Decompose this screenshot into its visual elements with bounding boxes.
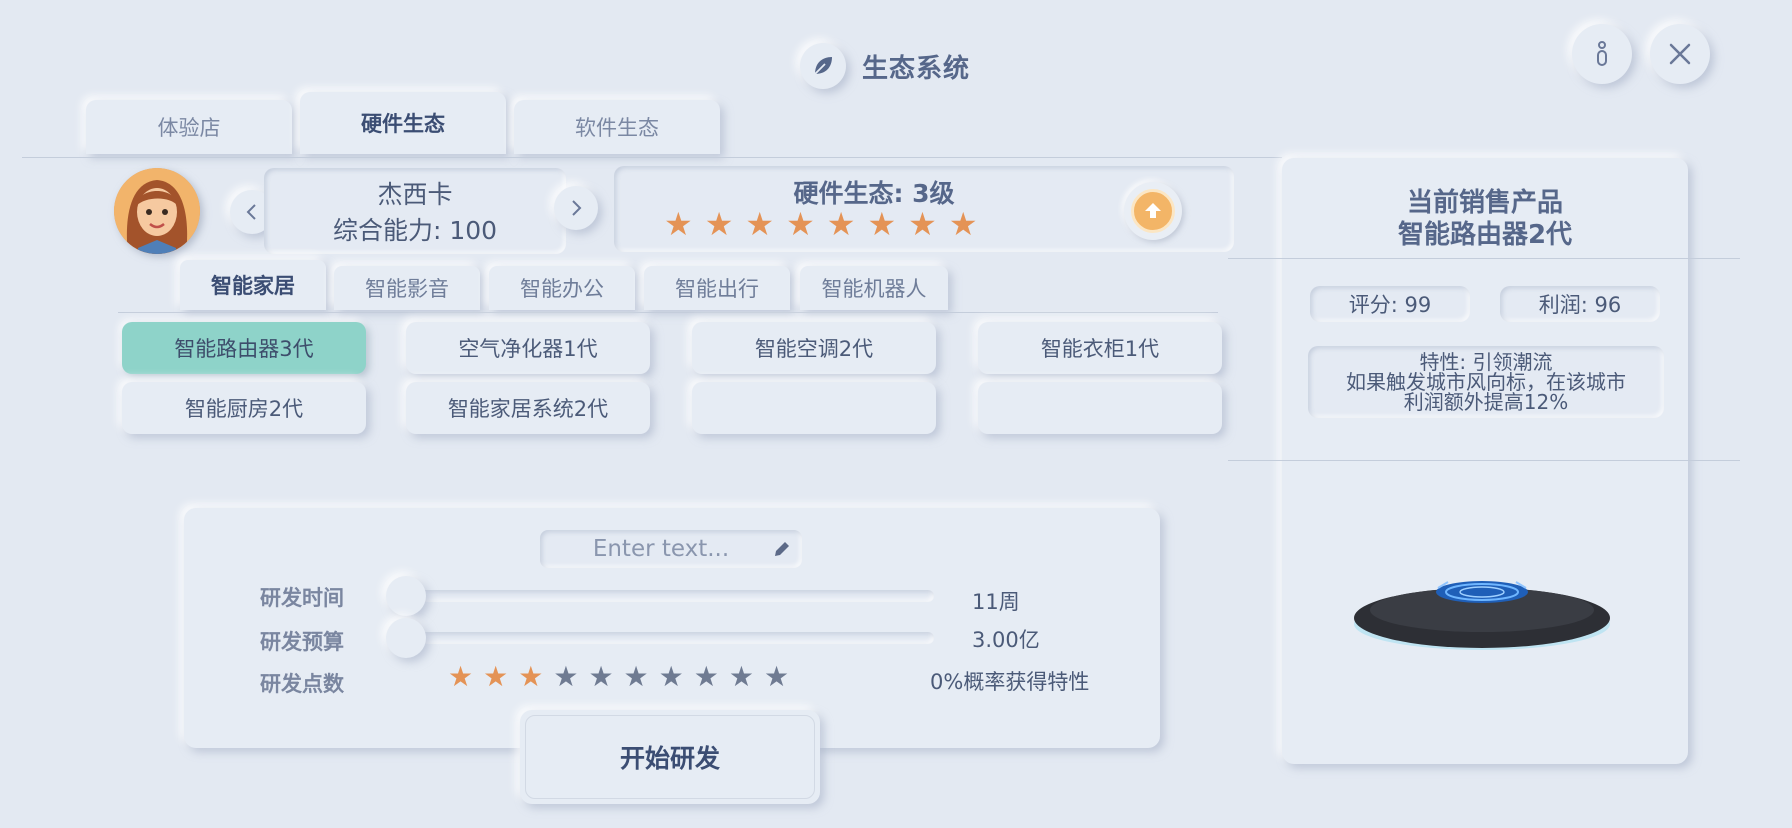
input-placeholder: Enter text... (592, 536, 730, 562)
info-icon (1597, 41, 1607, 66)
product-cell[interactable]: 智能路由器3代 (122, 322, 366, 374)
star-filled-icon: ★ (664, 205, 693, 243)
star-filled-icon: ★ (867, 205, 897, 243)
character-name: 杰西卡 (377, 180, 453, 209)
product-cell-empty[interactable] (692, 382, 936, 434)
subtab-label: 智能影音 (365, 277, 449, 301)
product-label: 智能空调2代 (754, 337, 874, 361)
subtab-label: 智能家居 (211, 274, 295, 298)
star-filled-icon: ★ (745, 205, 775, 243)
star-empty-icon: ★ (693, 660, 719, 693)
star-filled-icon: ★ (826, 205, 856, 243)
profit-badge: 利润: 96 (1500, 286, 1660, 322)
product-cell[interactable]: 智能厨房2代 (122, 382, 366, 434)
divider (1228, 460, 1740, 461)
product-label: 空气净化器1代 (458, 337, 598, 361)
tab-software-ecosystem[interactable]: 软件生态 (514, 100, 720, 154)
star-empty-icon: ★ (763, 660, 790, 693)
current-product-panel: 当前销售产品 智能路由器2代 评分: 99 利润: 96 特性: 引领潮流 如果… (1282, 158, 1688, 764)
subtab-smart-robot[interactable]: 智能机器人 (800, 266, 948, 310)
tab-label: 体验店 (157, 116, 221, 140)
upgrade-arrow-icon (1131, 189, 1175, 233)
product-cell[interactable]: 智能衣柜1代 (978, 322, 1222, 374)
star-filled-icon: ★ (448, 660, 474, 693)
research-budget-label: 研发预算 (260, 630, 344, 654)
level-stars: ★ ★ ★ ★ ★ ★ ★ ★ (664, 208, 978, 240)
research-point-stars[interactable]: ★ ★ ★ ★ ★ ★ ★ ★ ★ ★ (448, 663, 789, 691)
research-time-label: 研发时间 (260, 586, 344, 610)
product-label: 智能衣柜1代 (1040, 337, 1160, 361)
star-filled-icon: ★ (786, 205, 815, 243)
tab-label: 软件生态 (575, 116, 659, 140)
subtab-smart-travel[interactable]: 智能出行 (644, 266, 790, 310)
star-filled-icon: ★ (704, 205, 734, 243)
star-filled-icon: ★ (483, 660, 509, 693)
divider (1228, 258, 1740, 259)
subtab-smart-home[interactable]: 智能家居 (180, 260, 326, 310)
research-points-label: 研发点数 (260, 672, 344, 696)
close-icon (1669, 43, 1691, 65)
star-filled-icon: ★ (518, 660, 544, 693)
star-empty-icon: ★ (728, 660, 754, 693)
subtab-smart-av[interactable]: 智能影音 (334, 266, 480, 310)
avatar (114, 168, 200, 254)
header-title-group: 生态系统 (800, 42, 970, 90)
star-empty-icon: ★ (658, 660, 684, 693)
research-budget-slider[interactable] (404, 632, 934, 644)
pencil-icon (775, 542, 789, 556)
product-label: 智能家居系统2代 (447, 397, 609, 421)
trait-chance-text: 0%概率获得特性 (930, 670, 1090, 694)
tab-label: 硬件生态 (361, 112, 445, 136)
score-badge: 评分: 99 (1310, 286, 1470, 322)
research-budget-slider-handle[interactable] (386, 618, 426, 658)
star-empty-icon: ★ (553, 660, 579, 693)
star-empty-icon: ★ (588, 660, 614, 693)
product-name-input[interactable]: Enter text... (540, 530, 802, 568)
info-button[interactable] (1572, 24, 1632, 84)
ecosystem-level-panel: 硬件生态: 3级 ★ ★ ★ ★ ★ ★ ★ ★ (614, 166, 1234, 252)
research-time-slider[interactable] (404, 590, 934, 602)
subtab-label: 智能出行 (675, 277, 759, 301)
subtab-label: 智能办公 (520, 277, 604, 301)
divider (22, 157, 1282, 158)
chevron-left-icon (246, 204, 256, 220)
product-label: 智能路由器3代 (174, 337, 314, 361)
trait-desc: 利润额外提高12% (1403, 390, 1569, 414)
close-button[interactable] (1650, 24, 1710, 84)
research-budget-value: 3.00亿 (972, 628, 1040, 652)
star-empty-icon: ★ (623, 660, 649, 693)
research-time-slider-handle[interactable] (386, 576, 426, 616)
trait-desc: 如果触发城市风向标，在该城市 (1346, 370, 1626, 394)
product-label: 智能厨房2代 (184, 397, 304, 421)
page-title: 生态系统 (862, 53, 971, 84)
subtab-smart-office[interactable]: 智能办公 (489, 266, 635, 310)
profit-text: 利润: 96 (1538, 293, 1622, 317)
score-text: 评分: 99 (1348, 293, 1432, 317)
trait-box: 特性: 引领潮流 如果触发城市风向标，在该城市 利润额外提高12% (1308, 346, 1664, 418)
chevron-right-icon (572, 200, 582, 216)
subtab-label: 智能机器人 (821, 277, 927, 301)
star-filled-icon: ★ (948, 205, 978, 243)
upgrade-button[interactable] (1124, 182, 1182, 240)
product-cell[interactable]: 智能空调2代 (692, 322, 936, 374)
product-cell-empty[interactable] (978, 382, 1222, 434)
current-product-name: 智能路由器2代 (1397, 220, 1573, 250)
start-research-button[interactable]: 开始研发 (520, 710, 820, 804)
star-filled-icon: ★ (908, 205, 937, 243)
product-cell[interactable]: 空气净化器1代 (406, 322, 650, 374)
leaf-icon (800, 43, 846, 89)
router-product-image (1352, 568, 1612, 658)
trait-title: 特性: 引领潮流 (1419, 350, 1553, 374)
tab-hardware-ecosystem[interactable]: 硬件生态 (300, 92, 506, 154)
start-research-label: 开始研发 (525, 715, 815, 799)
research-time-value: 11周 (972, 590, 1020, 614)
product-cell[interactable]: 智能家居系统2代 (406, 382, 650, 434)
divider (118, 312, 1218, 313)
character-ability: 综合能力: 100 (332, 216, 498, 245)
tab-experience-store[interactable]: 体验店 (86, 100, 292, 154)
character-info-card: 杰西卡 综合能力: 100 (264, 168, 566, 254)
next-character-button[interactable] (554, 186, 598, 230)
